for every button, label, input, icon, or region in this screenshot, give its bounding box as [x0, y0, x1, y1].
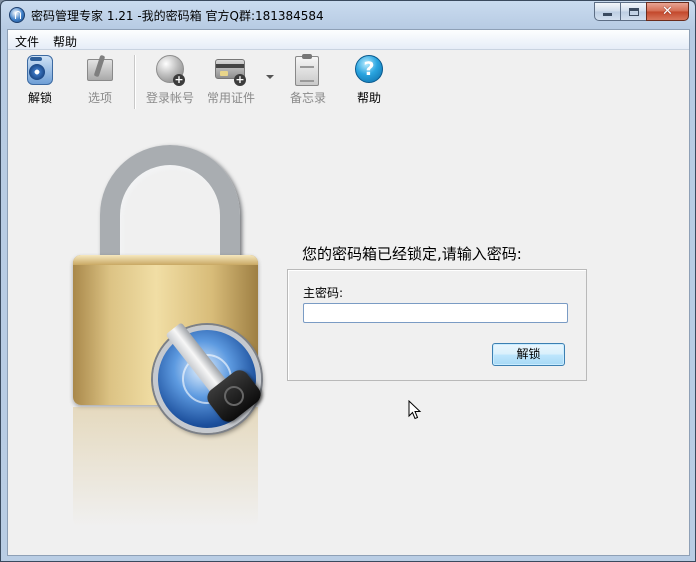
unlock-button[interactable]: 解锁	[492, 343, 565, 366]
memo-clipboard-icon	[292, 54, 324, 87]
toolbar-id-cards-label: 常用证件	[206, 91, 255, 105]
toolbar-unlock-button[interactable]: 解锁	[8, 55, 72, 111]
close-button[interactable]: ✕	[646, 2, 689, 21]
help-icon: ?	[353, 55, 385, 87]
toolbar-memo-button[interactable]: 备忘录	[276, 54, 340, 111]
minimize-icon	[603, 13, 612, 16]
toolbar-memo-label: 备忘录	[289, 91, 326, 105]
title-bar[interactable]: 密码管理专家 1.21 -我的密码箱 官方Q群:181384584 ✕	[1, 1, 695, 29]
toolbar-login-accounts-button[interactable]: + 登录帐号	[138, 55, 202, 111]
app-logo-icon	[9, 7, 25, 23]
menu-bar: 文件 帮助	[8, 30, 689, 50]
client-area: 文件 帮助 解锁 选项 + 登录帐号 + 常用证件 备忘录 ? 帮助 您的密码箱…	[7, 29, 690, 556]
window-title: 密码管理专家 1.21 -我的密码箱 官方Q群:181384584	[31, 9, 324, 23]
maximize-button[interactable]	[620, 2, 647, 21]
minimize-button[interactable]	[594, 2, 621, 21]
unlock-vault-icon	[24, 55, 56, 87]
options-toolbox-icon	[84, 54, 116, 87]
close-icon: ✕	[662, 4, 673, 19]
menu-help[interactable]: 帮助	[46, 30, 84, 49]
toolbar-options-label: 选项	[87, 91, 112, 105]
app-window: 密码管理专家 1.21 -我的密码箱 官方Q群:181384584 ✕ 文件 帮…	[0, 0, 696, 562]
card-add-icon: +	[215, 55, 247, 87]
window-controls: ✕	[594, 2, 689, 21]
locked-message: 您的密码箱已经锁定,请输入密码:	[302, 245, 522, 263]
toolbar-id-cards-button[interactable]: + 常用证件	[199, 55, 263, 111]
toolbar-unlock-label: 解锁	[27, 91, 52, 105]
padlock-illustration	[38, 145, 288, 527]
id-cards-dropdown-arrow-icon[interactable]	[266, 75, 274, 79]
menu-file[interactable]: 文件	[8, 30, 46, 49]
globe-add-icon: +	[154, 55, 186, 87]
master-password-label: 主密码:	[303, 286, 344, 300]
toolbar-options-button[interactable]: 选项	[68, 54, 132, 111]
toolbar-login-accounts-label: 登录帐号	[145, 91, 194, 105]
toolbar-help-button[interactable]: ? 帮助	[337, 55, 401, 111]
mouse-cursor-icon	[408, 400, 422, 420]
toolbar: 解锁 选项 + 登录帐号 + 常用证件 备忘录 ? 帮助	[8, 51, 689, 111]
master-password-input[interactable]	[303, 303, 568, 323]
toolbar-separator	[134, 55, 136, 109]
toolbar-help-label: 帮助	[356, 91, 381, 105]
unlock-panel: 主密码: 解锁	[287, 269, 587, 381]
maximize-icon	[628, 7, 639, 16]
